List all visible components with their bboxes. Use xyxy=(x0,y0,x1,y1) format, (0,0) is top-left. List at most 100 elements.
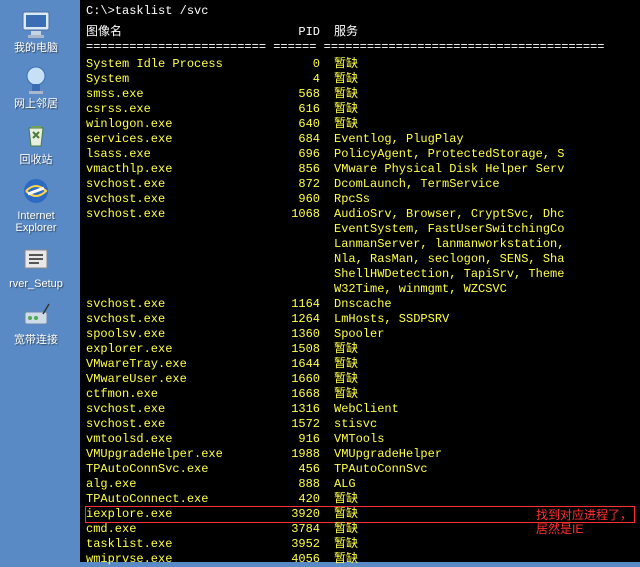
process-row: VMwareTray.exe1644暂缺 xyxy=(86,357,634,372)
command-prompt-window[interactable]: C:\>tasklist /svc 图像名 PID 服务 ===========… xyxy=(80,0,640,562)
process-service: VMware Physical Disk Helper Serv xyxy=(320,162,634,177)
process-service: TPAutoConnSvc xyxy=(320,462,634,477)
process-pid: 1164 xyxy=(276,297,320,312)
recycle-bin-icon xyxy=(19,118,53,152)
process-row: winlogon.exe640暂缺 xyxy=(86,117,634,132)
process-service: Eventlog, PlugPlay xyxy=(320,132,634,147)
process-image-name: smss.exe xyxy=(86,87,276,102)
process-row: VMUpgradeHelper.exe1988VMUpgradeHelper xyxy=(86,447,634,462)
desktop-icon-label: 我的电脑 xyxy=(14,42,58,54)
process-pid: 3952 xyxy=(276,537,320,552)
table-header-row: 图像名 PID 服务 xyxy=(86,25,634,40)
process-row: lsass.exe696PolicyAgent, ProtectedStorag… xyxy=(86,147,634,162)
desktop-icon-label: rver_Setup xyxy=(9,278,63,290)
process-service: stisvc xyxy=(320,417,634,432)
process-service: 暂缺 xyxy=(320,57,634,72)
process-image-name: vmtoolsd.exe xyxy=(86,432,276,447)
process-row: vmacthlp.exe856VMware Physical Disk Help… xyxy=(86,162,634,177)
process-pid: 872 xyxy=(276,177,320,192)
process-row: svchost.exe1316WebClient xyxy=(86,402,634,417)
internet-explorer-icon xyxy=(19,174,53,208)
process-row: EventSystem, FastUserSwitchingCo xyxy=(86,222,634,237)
process-image-name xyxy=(86,222,276,237)
process-image-name: explorer.exe xyxy=(86,342,276,357)
process-image-name: spoolsv.exe xyxy=(86,327,276,342)
process-pid: 0 xyxy=(276,57,320,72)
process-row: alg.exe888ALG xyxy=(86,477,634,492)
process-row: svchost.exe1164Dnscache xyxy=(86,297,634,312)
process-service: 暂缺 xyxy=(320,87,634,102)
process-pid xyxy=(276,222,320,237)
process-pid: 456 xyxy=(276,462,320,477)
process-pid: 1988 xyxy=(276,447,320,462)
process-service: AudioSrv, Browser, CryptSvc, Dhc xyxy=(320,207,634,222)
process-image-name: VMwareTray.exe xyxy=(86,357,276,372)
process-image-name: wmiprvse.exe xyxy=(86,552,276,567)
process-service: 暂缺 xyxy=(320,117,634,132)
process-image-name: iexplore.exe xyxy=(86,507,276,522)
desktop-icon-network-places[interactable]: 网上邻居 xyxy=(6,62,66,110)
process-image-name: svchost.exe xyxy=(86,402,276,417)
process-image-name: TPAutoConnect.exe xyxy=(86,492,276,507)
desktop-icon-internet-explorer[interactable]: Internet Explorer xyxy=(6,174,66,234)
process-row: svchost.exe960RpcSs xyxy=(86,192,634,207)
process-pid xyxy=(276,237,320,252)
process-image-name: svchost.exe xyxy=(86,192,276,207)
process-row: tasklist.exe3952暂缺 xyxy=(86,537,634,552)
desktop-area: 我的电脑网上邻居回收站 Internet Explorer rver_Setup 宽带… xyxy=(0,0,70,562)
process-list: System Idle Process0暂缺System4暂缺smss.exe5… xyxy=(86,57,634,567)
process-service: Nla, RasMan, seclogon, SENS, Sha xyxy=(320,252,634,267)
process-service: 暂缺 xyxy=(320,537,634,552)
desktop-icon-my-computer[interactable]: 我的电脑 xyxy=(6,6,66,54)
process-service: ALG xyxy=(320,477,634,492)
process-pid: 916 xyxy=(276,432,320,447)
process-image-name: services.exe xyxy=(86,132,276,147)
command-line: C:\>tasklist /svc xyxy=(86,4,634,19)
process-service: 暂缺 xyxy=(320,342,634,357)
network-places-icon xyxy=(19,62,53,96)
process-pid xyxy=(276,267,320,282)
annotation-label: 找到对应进程了，居然是IE xyxy=(536,508,636,536)
process-row: smss.exe568暂缺 xyxy=(86,87,634,102)
my-computer-icon xyxy=(19,6,53,40)
process-service: VMUpgradeHelper xyxy=(320,447,634,462)
desktop-icon-recycle-bin[interactable]: 回收站 xyxy=(6,118,66,166)
desktop-icon-broadband[interactable]: 宽带连接 xyxy=(6,298,66,346)
process-pid: 1068 xyxy=(276,207,320,222)
desktop-icon-server-setup[interactable]: rver_Setup xyxy=(6,242,66,290)
process-service: VMTools xyxy=(320,432,634,447)
process-service: 暂缺 xyxy=(320,102,634,117)
process-image-name: TPAutoConnSvc.exe xyxy=(86,462,276,477)
process-row: svchost.exe1264LmHosts, SSDPSRV xyxy=(86,312,634,327)
process-row: svchost.exe1572stisvc xyxy=(86,417,634,432)
process-row: services.exe684Eventlog, PlugPlay xyxy=(86,132,634,147)
process-row: TPAutoConnect.exe420暂缺 xyxy=(86,492,634,507)
process-row: vmtoolsd.exe916VMTools xyxy=(86,432,634,447)
desktop-icon-label: Internet Explorer xyxy=(6,210,66,234)
process-image-name: svchost.exe xyxy=(86,177,276,192)
desktop-icon-label: 网上邻居 xyxy=(14,98,58,110)
process-row: svchost.exe1068AudioSrv, Browser, CryptS… xyxy=(86,207,634,222)
process-pid: 616 xyxy=(276,102,320,117)
process-row: System4暂缺 xyxy=(86,72,634,87)
process-image-name: winlogon.exe xyxy=(86,117,276,132)
process-image-name: System Idle Process xyxy=(86,57,276,72)
process-image-name xyxy=(86,252,276,267)
header-service: 服务 xyxy=(320,25,634,40)
process-service: Dnscache xyxy=(320,297,634,312)
process-row: W32Time, winmgmt, WZCSVC xyxy=(86,282,634,297)
process-row: LanmanServer, lanmanworkstation, xyxy=(86,237,634,252)
process-pid: 420 xyxy=(276,492,320,507)
process-pid: 856 xyxy=(276,162,320,177)
process-image-name: svchost.exe xyxy=(86,417,276,432)
process-row: svchost.exe872DcomLaunch, TermService xyxy=(86,177,634,192)
process-service: EventSystem, FastUserSwitchingCo xyxy=(320,222,634,237)
process-service: W32Time, winmgmt, WZCSVC xyxy=(320,282,634,297)
process-image-name: svchost.exe xyxy=(86,207,276,222)
process-image-name: ctfmon.exe xyxy=(86,387,276,402)
process-service: LmHosts, SSDPSRV xyxy=(320,312,634,327)
header-pid: PID xyxy=(276,25,320,40)
process-service: 暂缺 xyxy=(320,72,634,87)
process-image-name: tasklist.exe xyxy=(86,537,276,552)
process-pid: 4056 xyxy=(276,552,320,567)
